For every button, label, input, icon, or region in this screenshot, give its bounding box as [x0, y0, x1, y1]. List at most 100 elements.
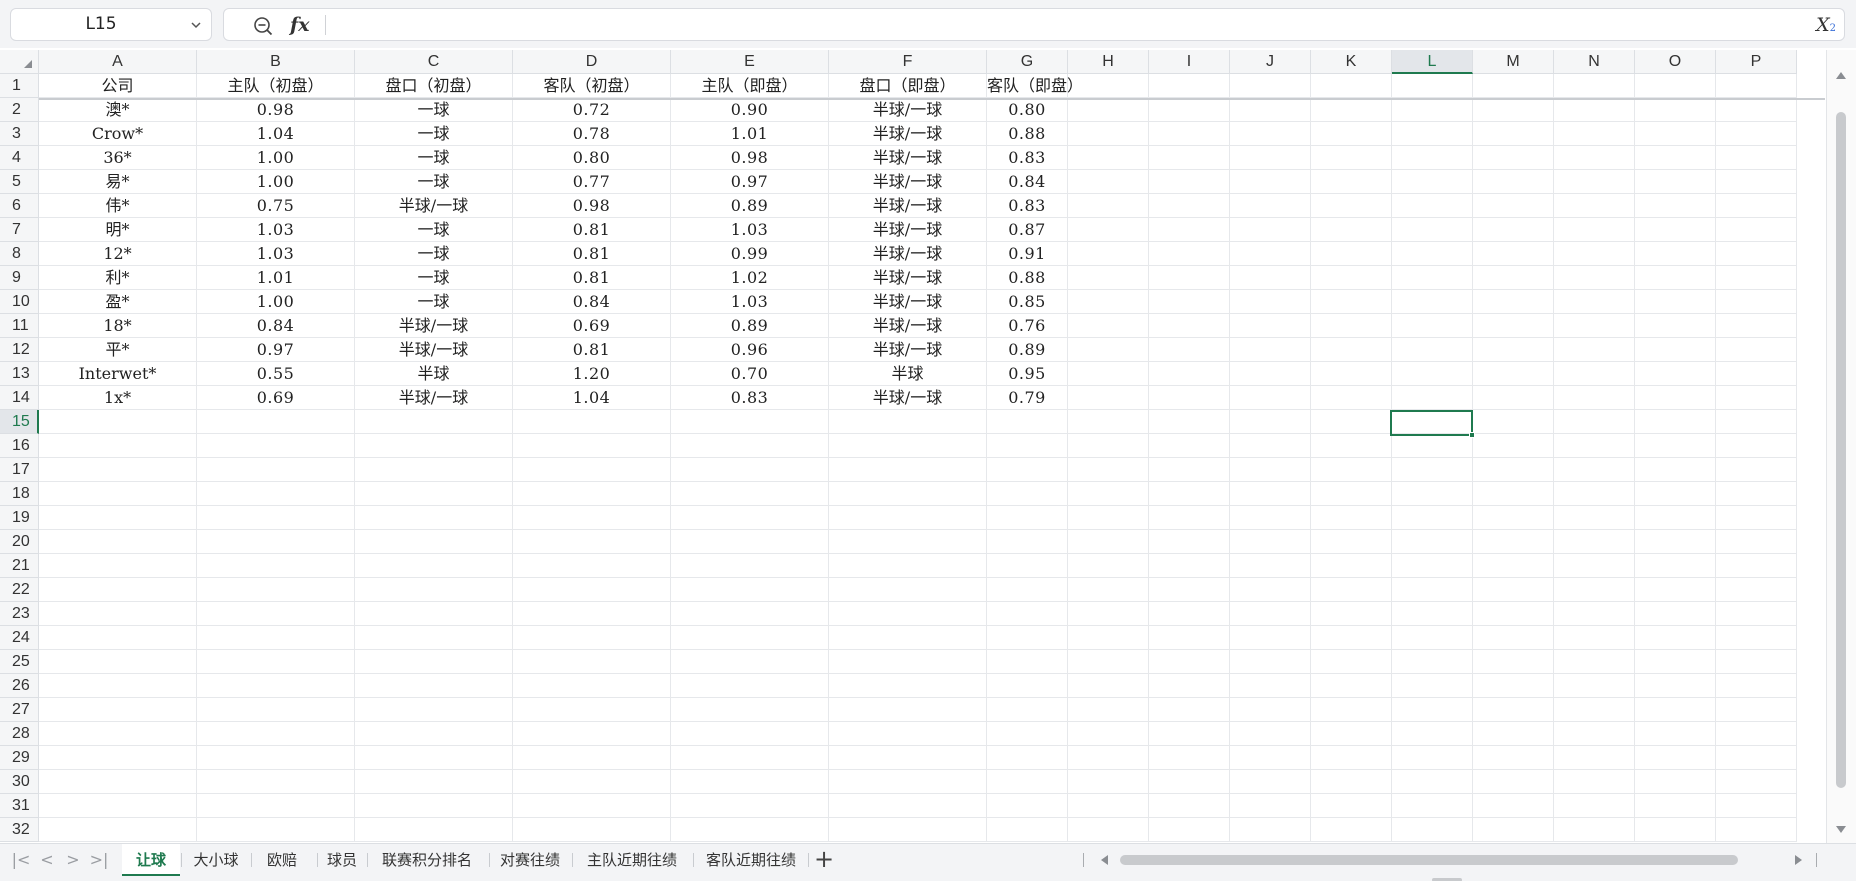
cell-a6[interactable]: 伟*	[39, 194, 197, 218]
cell-m24[interactable]	[1473, 626, 1554, 650]
cell-c7[interactable]: 一球	[355, 218, 513, 242]
cell-p22[interactable]	[1716, 578, 1797, 602]
cell-f25[interactable]	[829, 650, 987, 674]
cell-n1[interactable]	[1554, 74, 1635, 98]
cell-k16[interactable]	[1311, 434, 1392, 458]
prev-sheet-icon[interactable]: <	[34, 844, 60, 876]
cell-e18[interactable]	[671, 482, 829, 506]
row-header-2[interactable]: 2	[0, 98, 39, 122]
cell-i27[interactable]	[1149, 698, 1230, 722]
cell-c25[interactable]	[355, 650, 513, 674]
row-header-21[interactable]: 21	[0, 554, 39, 578]
cell-d20[interactable]	[513, 530, 671, 554]
sheet-tab-4[interactable]: 球员	[319, 844, 365, 876]
row-header-8[interactable]: 8	[0, 242, 39, 266]
cell-n7[interactable]	[1554, 218, 1635, 242]
cell-g3[interactable]: 0.88	[987, 122, 1068, 146]
cell-e17[interactable]	[671, 458, 829, 482]
cell-f9[interactable]: 半球/一球	[829, 266, 987, 290]
cell-h21[interactable]	[1068, 554, 1149, 578]
cell-g30[interactable]	[987, 770, 1068, 794]
row-header-25[interactable]: 25	[0, 650, 39, 674]
cell-m7[interactable]	[1473, 218, 1554, 242]
cell-n32[interactable]	[1554, 818, 1635, 842]
cell-o26[interactable]	[1635, 674, 1716, 698]
cell-c18[interactable]	[355, 482, 513, 506]
cell-g8[interactable]: 0.91	[987, 242, 1068, 266]
cell-l16[interactable]	[1392, 434, 1473, 458]
sheet-tab-6[interactable]: 对赛往绩	[491, 844, 569, 876]
cell-o23[interactable]	[1635, 602, 1716, 626]
cell-a21[interactable]	[39, 554, 197, 578]
cell-p20[interactable]	[1716, 530, 1797, 554]
cell-k14[interactable]	[1311, 386, 1392, 410]
cell-j27[interactable]	[1230, 698, 1311, 722]
column-header-l[interactable]: L	[1392, 50, 1473, 74]
cell-c5[interactable]: 一球	[355, 170, 513, 194]
cell-i9[interactable]	[1149, 266, 1230, 290]
scroll-up-icon[interactable]	[1836, 72, 1846, 79]
cell-o2[interactable]	[1635, 98, 1716, 122]
cell-e30[interactable]	[671, 770, 829, 794]
cell-l24[interactable]	[1392, 626, 1473, 650]
cell-c8[interactable]: 一球	[355, 242, 513, 266]
cell-i5[interactable]	[1149, 170, 1230, 194]
cell-k9[interactable]	[1311, 266, 1392, 290]
row-header-28[interactable]: 28	[0, 722, 39, 746]
cell-m31[interactable]	[1473, 794, 1554, 818]
cell-f14[interactable]: 半球/一球	[829, 386, 987, 410]
cell-i25[interactable]	[1149, 650, 1230, 674]
cell-f21[interactable]	[829, 554, 987, 578]
cell-m19[interactable]	[1473, 506, 1554, 530]
cell-o6[interactable]	[1635, 194, 1716, 218]
cell-h25[interactable]	[1068, 650, 1149, 674]
cell-o17[interactable]	[1635, 458, 1716, 482]
column-header-n[interactable]: N	[1554, 50, 1635, 74]
cell-o28[interactable]	[1635, 722, 1716, 746]
cell-i4[interactable]	[1149, 146, 1230, 170]
cell-p24[interactable]	[1716, 626, 1797, 650]
cell-b19[interactable]	[197, 506, 355, 530]
cell-f5[interactable]: 半球/一球	[829, 170, 987, 194]
cell-p10[interactable]	[1716, 290, 1797, 314]
cell-g20[interactable]	[987, 530, 1068, 554]
cell-d6[interactable]: 0.98	[513, 194, 671, 218]
cell-a1[interactable]: 公司	[39, 74, 197, 98]
cell-o24[interactable]	[1635, 626, 1716, 650]
cell-h3[interactable]	[1068, 122, 1149, 146]
row-header-19[interactable]: 19	[0, 506, 39, 530]
cell-m27[interactable]	[1473, 698, 1554, 722]
cell-p3[interactable]	[1716, 122, 1797, 146]
cell-m13[interactable]	[1473, 362, 1554, 386]
cell-c15[interactable]	[355, 410, 513, 434]
cell-h16[interactable]	[1068, 434, 1149, 458]
cell-k23[interactable]	[1311, 602, 1392, 626]
cell-o32[interactable]	[1635, 818, 1716, 842]
cell-j17[interactable]	[1230, 458, 1311, 482]
scroll-right-icon[interactable]	[1795, 855, 1802, 865]
cell-i18[interactable]	[1149, 482, 1230, 506]
cell-m23[interactable]	[1473, 602, 1554, 626]
cell-e21[interactable]	[671, 554, 829, 578]
cell-l14[interactable]	[1392, 386, 1473, 410]
cell-n17[interactable]	[1554, 458, 1635, 482]
cell-f17[interactable]	[829, 458, 987, 482]
cell-g27[interactable]	[987, 698, 1068, 722]
cell-h24[interactable]	[1068, 626, 1149, 650]
cell-p6[interactable]	[1716, 194, 1797, 218]
column-header-b[interactable]: B	[197, 50, 355, 74]
cell-b27[interactable]	[197, 698, 355, 722]
cell-i15[interactable]	[1149, 410, 1230, 434]
cell-b28[interactable]	[197, 722, 355, 746]
cell-c9[interactable]: 一球	[355, 266, 513, 290]
cell-o30[interactable]	[1635, 770, 1716, 794]
row-header-20[interactable]: 20	[0, 530, 39, 554]
cell-i16[interactable]	[1149, 434, 1230, 458]
cell-d23[interactable]	[513, 602, 671, 626]
cell-c29[interactable]	[355, 746, 513, 770]
cell-g26[interactable]	[987, 674, 1068, 698]
cell-g24[interactable]	[987, 626, 1068, 650]
cell-a31[interactable]	[39, 794, 197, 818]
sheet-tab-8[interactable]: 客队近期往绩	[695, 844, 807, 876]
cell-f30[interactable]	[829, 770, 987, 794]
